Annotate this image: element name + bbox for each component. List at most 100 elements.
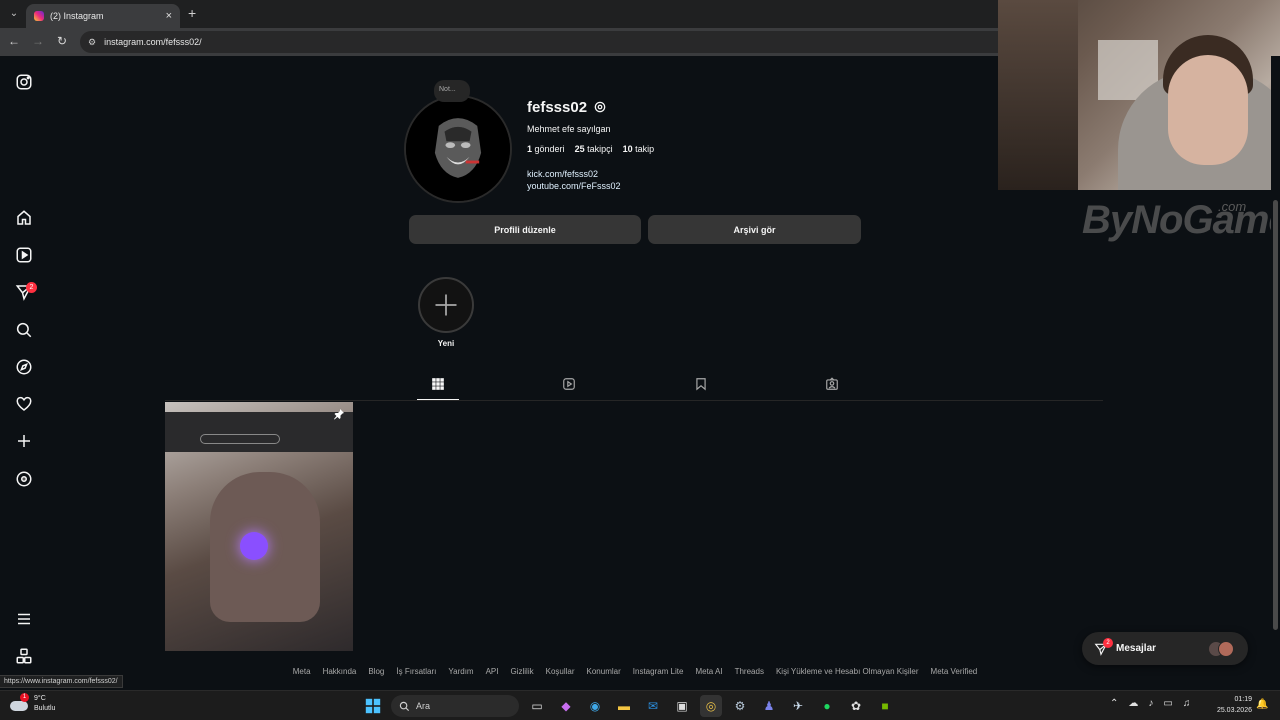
footer-link[interactable]: Koşullar bbox=[546, 667, 575, 676]
onedrive-icon[interactable]: ☁ bbox=[1128, 698, 1138, 709]
browser-tab-instagram[interactable]: (2) Instagram × bbox=[26, 4, 180, 28]
chrome-icon[interactable]: ◎ bbox=[700, 695, 722, 717]
footer-link[interactable]: Blog bbox=[368, 667, 384, 676]
watermark-suffix: .com bbox=[1218, 199, 1247, 214]
also-from-meta-icon[interactable] bbox=[15, 647, 33, 665]
profile-link-kick[interactable]: kick.com/fefsss02 bbox=[527, 169, 598, 179]
profile-avatar[interactable] bbox=[404, 95, 512, 203]
app-gear-icon[interactable]: ✿ bbox=[845, 695, 867, 717]
link-hover-status: https://www.instagram.com/fefsss02/ bbox=[0, 675, 123, 688]
system-tray: ⌃ ☁ ♪ ▭ ♫ bbox=[1110, 698, 1190, 709]
footer-link[interactable]: İş Fırsatları bbox=[396, 667, 436, 676]
messages-label: Mesajlar bbox=[1116, 643, 1157, 654]
messages-widget[interactable]: Mesajlar bbox=[1082, 632, 1248, 665]
steam-icon[interactable]: ⚙ bbox=[729, 695, 751, 717]
messages-widget-badge: 2 bbox=[1103, 638, 1113, 648]
pinned-post-icon bbox=[333, 407, 347, 421]
spotify-icon[interactable]: ● bbox=[816, 695, 838, 717]
footer-links: Meta Hakkında Blog İş Fırsatları Yardım … bbox=[293, 667, 977, 676]
reload-icon[interactable]: ↻ bbox=[54, 34, 70, 48]
following-count: 10 bbox=[622, 144, 633, 154]
footer-link[interactable]: Instagram Lite bbox=[633, 667, 684, 676]
following-stat[interactable]: 10 takip bbox=[623, 144, 655, 154]
following-label: takip bbox=[635, 144, 655, 154]
footer-link[interactable]: Konumlar bbox=[587, 667, 621, 676]
page-scrollbar-thumb[interactable] bbox=[1273, 200, 1278, 630]
site-info-icon[interactable]: ⚙ bbox=[88, 37, 96, 48]
show-hidden-icons-icon[interactable]: ⌃ bbox=[1110, 698, 1118, 709]
footer-link[interactable]: Threads bbox=[735, 667, 764, 676]
edge-icon[interactable]: ◉ bbox=[584, 695, 606, 717]
weather-widget[interactable]: 9°C Bulutlu bbox=[10, 694, 55, 714]
outlook-icon[interactable]: ✉ bbox=[642, 695, 664, 717]
reels-tab-icon[interactable] bbox=[562, 377, 578, 393]
browser-tab-strip: ⌄ (2) Instagram × + bbox=[0, 0, 998, 28]
followers-label: takipçi bbox=[587, 144, 613, 154]
footer-link[interactable]: Kişi Yükleme ve Hesabı Olmayan Kişiler bbox=[776, 667, 919, 676]
more-menu-icon[interactable] bbox=[15, 610, 33, 628]
tagged-icon[interactable] bbox=[825, 377, 841, 393]
profile-tabs-divider bbox=[165, 400, 1103, 401]
instagram-logo-icon[interactable] bbox=[15, 73, 33, 91]
steam-secondary-icon[interactable]: ✈ bbox=[787, 695, 809, 717]
forward-arrow-icon[interactable]: → bbox=[30, 34, 46, 48]
new-tab-button[interactable]: + bbox=[188, 5, 196, 21]
task-view-icon[interactable]: ▭ bbox=[526, 695, 548, 717]
volume-icon[interactable]: ♫ bbox=[1183, 698, 1191, 709]
explore-icon[interactable] bbox=[15, 358, 33, 376]
footer-link[interactable]: Hakkında bbox=[323, 667, 357, 676]
footer-link[interactable]: Meta bbox=[293, 667, 311, 676]
followers-stat[interactable]: 25 takipçi bbox=[575, 144, 613, 154]
nvidia-icon[interactable]: ■ bbox=[874, 695, 896, 717]
saved-bookmark-icon[interactable] bbox=[694, 377, 710, 393]
windows-start-icon[interactable] bbox=[362, 695, 384, 717]
footer-link[interactable]: API bbox=[486, 667, 499, 676]
microphone-icon[interactable]: ♪ bbox=[1148, 698, 1153, 709]
posts-stat: 1 gönderi bbox=[527, 144, 565, 154]
new-highlight-button[interactable] bbox=[418, 277, 474, 333]
footer-link[interactable]: Meta Verified bbox=[931, 667, 978, 676]
tab-search-chevron-icon[interactable]: ⌄ bbox=[6, 6, 22, 22]
back-arrow-icon[interactable]: ← bbox=[6, 34, 22, 48]
reels-icon[interactable] bbox=[15, 246, 33, 264]
teams-icon[interactable]: ♟ bbox=[758, 695, 780, 717]
tab-close-icon[interactable]: × bbox=[166, 10, 172, 22]
profile-full-name: Mehmet efe sayılgan bbox=[527, 124, 611, 134]
microsoft-store-icon[interactable]: ▣ bbox=[671, 695, 693, 717]
taskbar-search[interactable]: Ara bbox=[391, 695, 519, 717]
tab-title: (2) Instagram bbox=[50, 11, 104, 21]
address-bar[interactable]: ⚙ instagram.com/fefsss02/ bbox=[80, 31, 998, 53]
footer-link[interactable]: Gizlilik bbox=[511, 667, 534, 676]
copilot-icon[interactable]: ◆ bbox=[555, 695, 577, 717]
view-archive-button[interactable]: Arşivi gör bbox=[648, 215, 861, 244]
clock-time: 01:19 bbox=[1234, 696, 1252, 703]
edit-profile-button[interactable]: Profili düzenle bbox=[409, 215, 641, 244]
windows-taskbar: 9°C Bulutlu 1 Ara ▭ ◆ ◉ ▬ ✉ ▣ ◎ ⚙ ♟ ✈ ● … bbox=[0, 690, 1280, 720]
avatar bbox=[1218, 640, 1234, 657]
notifications-heart-icon[interactable] bbox=[15, 395, 33, 413]
file-explorer-icon[interactable]: ▬ bbox=[613, 695, 635, 717]
taskbar-apps: Ara ▭ ◆ ◉ ▬ ✉ ▣ ◎ ⚙ ♟ ✈ ● ✿ ■ bbox=[362, 695, 896, 717]
notification-bell-icon[interactable]: 🔔 bbox=[1256, 699, 1268, 710]
active-tab-indicator bbox=[417, 399, 459, 400]
posts-grid-icon[interactable] bbox=[431, 377, 447, 393]
footer-link[interactable]: Yardım bbox=[448, 667, 473, 676]
search-icon[interactable] bbox=[15, 321, 33, 339]
instagram-favicon-icon bbox=[34, 11, 44, 21]
profile-avatar-icon[interactable] bbox=[15, 470, 33, 488]
post-thumbnail[interactable] bbox=[165, 402, 353, 651]
url-text: instagram.com/fefsss02/ bbox=[104, 37, 202, 47]
settings-gear-icon[interactable] bbox=[593, 100, 607, 114]
footer-link[interactable]: Meta AI bbox=[695, 667, 722, 676]
profile-link-youtube[interactable]: youtube.com/FeFsss02 bbox=[527, 181, 621, 191]
note-bubble[interactable]: Not... bbox=[434, 80, 470, 102]
search-icon bbox=[399, 701, 410, 711]
messages-badge: 2 bbox=[26, 282, 37, 293]
create-plus-icon[interactable] bbox=[15, 432, 33, 450]
followers-count: 25 bbox=[574, 144, 585, 154]
webcam-overlay bbox=[998, 0, 1280, 190]
taskbar-clock[interactable]: 01:19 25.03.2026 bbox=[1210, 694, 1252, 716]
home-icon[interactable] bbox=[15, 209, 33, 227]
network-icon[interactable]: ▭ bbox=[1163, 698, 1172, 709]
weather-desc: Bulutlu bbox=[34, 705, 56, 712]
